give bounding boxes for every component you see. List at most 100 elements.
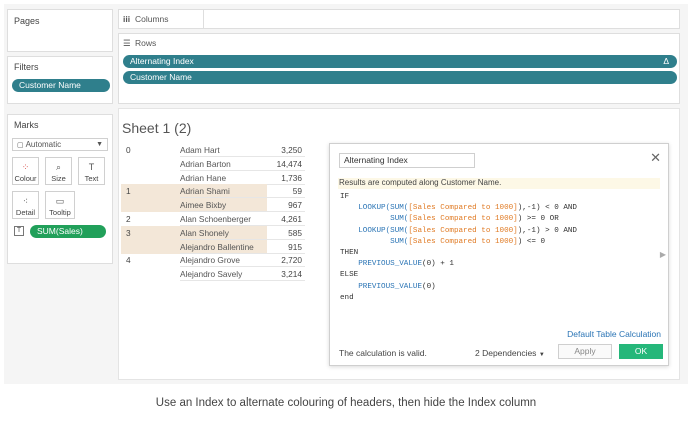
code-field: [Sales Compared to 1000]: [408, 237, 518, 246]
marks-title: Marks: [14, 120, 39, 130]
ok-button[interactable]: OK: [619, 344, 663, 359]
mark-type-value: Automatic: [25, 140, 62, 149]
close-icon[interactable]: ✕: [650, 150, 661, 166]
table-row[interactable]: 4 Alejandro Grove 2,720: [121, 253, 305, 268]
mark-type-dropdown[interactable]: ▢ Automatic ▼: [12, 138, 108, 151]
size-label: Size: [51, 174, 66, 183]
sales-value-cell: 59: [292, 186, 302, 197]
code-fn: LOOKUP(SUM(: [358, 204, 409, 213]
filters-title: Filters: [14, 62, 39, 72]
sales-value-cell: 4,261: [281, 214, 302, 224]
table-row[interactable]: 2 Alan Schoenberger 4,261: [121, 212, 305, 226]
code-field: [Sales Compared to 1000]: [408, 226, 518, 235]
chevron-right-icon[interactable]: ▶: [660, 250, 666, 259]
sales-value-cell: 3,214: [281, 269, 302, 280]
filter-pill-customer-name[interactable]: Customer Name: [12, 79, 110, 92]
colour-button[interactable]: ⁘ Colour: [12, 157, 39, 185]
index-cell: 1: [126, 186, 131, 197]
sales-value-cell: 2,720: [281, 255, 302, 266]
index-cell: 4: [126, 255, 131, 266]
columns-shelf: iii Columns: [118, 9, 680, 29]
filters-panel: Filters Customer Name: [7, 56, 113, 104]
text-icon: T: [88, 162, 95, 172]
code-field: [Sales Compared to 1000]: [408, 215, 518, 224]
rows-icon: ☰: [123, 38, 131, 48]
index-cell: 0: [126, 145, 131, 155]
code-field: [Sales Compared to 1000]: [408, 204, 518, 213]
code-line: ) >= 0 OR: [517, 215, 559, 224]
caret-down-icon: ▼: [538, 352, 545, 358]
dependencies-label: 2 Dependencies: [475, 348, 537, 358]
code-fn: LOOKUP(SUM(: [358, 226, 409, 235]
alternating-index-label: Alternating Index: [130, 56, 194, 66]
size-button[interactable]: ⌕ Size: [45, 157, 72, 185]
code-line: ELSE: [340, 271, 359, 280]
caption: Use an Index to alternate colouring of h…: [155, 397, 537, 409]
pages-title: Pages: [14, 16, 40, 26]
pages-panel: Pages: [7, 9, 113, 52]
detail-label: Detail: [15, 208, 36, 217]
customer-name-cell: Alan Shonely: [180, 227, 229, 238]
code-fn: SUM(: [390, 215, 409, 224]
mark-type-icon: ▢: [17, 142, 26, 149]
table-row[interactable]: 0 Adam Hart 3,250: [121, 143, 305, 157]
columns-icon: iii: [123, 14, 131, 24]
customer-name-cell: Aimee Bixby: [180, 200, 227, 211]
code-line: (0) + 1: [422, 260, 454, 269]
table-row[interactable]: Adrian Hane 1,736: [121, 171, 305, 185]
tooltip-button[interactable]: ▭ Tooltip: [45, 191, 75, 219]
calc-status: The calculation is valid.: [339, 348, 427, 358]
row-pill-customer-name[interactable]: Customer Name: [123, 71, 677, 84]
table-row[interactable]: Alejandro Ballentine 915: [121, 239, 305, 254]
code-line: THEN: [340, 249, 359, 258]
chevron-down-icon: ▼: [96, 141, 103, 148]
text-label: Text: [84, 174, 99, 183]
sales-value-cell: 585: [288, 227, 302, 238]
code-line: ),-1) < 0 AND: [517, 204, 577, 213]
code-fn: SUM(: [390, 237, 409, 246]
code-line: ) <= 0: [517, 237, 546, 246]
detail-icon: ⁖: [22, 196, 29, 206]
dependencies-dropdown[interactable]: 2 Dependencies ▼: [475, 348, 545, 358]
sum-sales-pill[interactable]: SUM(Sales): [30, 225, 106, 238]
calc-name-field[interactable]: Alternating Index: [339, 153, 475, 168]
colour-label: Colour: [14, 174, 37, 183]
tooltip-icon: ▭: [55, 196, 65, 206]
table-row[interactable]: Adrian Barton 14,474: [121, 157, 305, 171]
apply-button[interactable]: Apply: [558, 344, 612, 359]
customer-name-cell: Adrian Shami: [180, 186, 230, 197]
customer-name-cell: Alan Schoenberger: [180, 214, 252, 224]
customer-name-cell: Alejandro Ballentine: [180, 241, 254, 252]
sales-value-cell: 967: [288, 200, 302, 211]
code-line: IF: [340, 193, 350, 201]
index-cell: 2: [126, 214, 131, 224]
marks-panel: Marks ▢ Automatic ▼ ⁘ Colour ⌕ Size T Te…: [7, 114, 113, 264]
columns-divider: [203, 10, 204, 28]
table-row[interactable]: 3 Alan Shonely 585: [121, 225, 305, 240]
customer-name-cell: Adrian Barton: [180, 158, 231, 169]
text-button[interactable]: T Text: [78, 157, 105, 185]
row-pill-alternating-index[interactable]: Alternating Index Δ: [123, 55, 677, 68]
code-fn: PREVIOUS_VALUE: [358, 260, 423, 269]
tooltip-label: Tooltip: [49, 208, 71, 217]
customer-name-cell: Alejandro Grove: [180, 255, 240, 266]
delta-icon: Δ: [663, 56, 669, 66]
columns-label: Columns: [135, 14, 169, 24]
table-row[interactable]: Alejandro Savely 3,214: [121, 267, 305, 282]
calc-note: Results are computed along Customer Name…: [339, 178, 502, 187]
sales-value-cell: 3,250: [281, 145, 302, 155]
table-row[interactable]: 1 Adrian Shami 59: [121, 184, 305, 199]
sales-value-cell: 915: [288, 241, 302, 252]
sales-value-cell: 14,474: [276, 158, 302, 169]
text-encoding-icon: T: [14, 226, 24, 236]
customer-name-cell: Alejandro Savely: [180, 269, 243, 280]
detail-button[interactable]: ⁖ Detail: [12, 191, 39, 219]
sheet-title: Sheet 1 (2): [122, 120, 192, 136]
default-table-calc-link[interactable]: Default Table Calculation: [567, 329, 661, 339]
code-line: end: [340, 293, 354, 302]
code-fn: PREVIOUS_VALUE: [358, 282, 423, 291]
table-row[interactable]: Aimee Bixby 967: [121, 198, 305, 213]
code-line: ),-1) > 0 AND: [517, 226, 577, 235]
rows-label: Rows: [135, 38, 157, 48]
calc-formula-editor[interactable]: IF LOOKUP(SUM([Sales Compared to 1000]),…: [340, 192, 577, 304]
